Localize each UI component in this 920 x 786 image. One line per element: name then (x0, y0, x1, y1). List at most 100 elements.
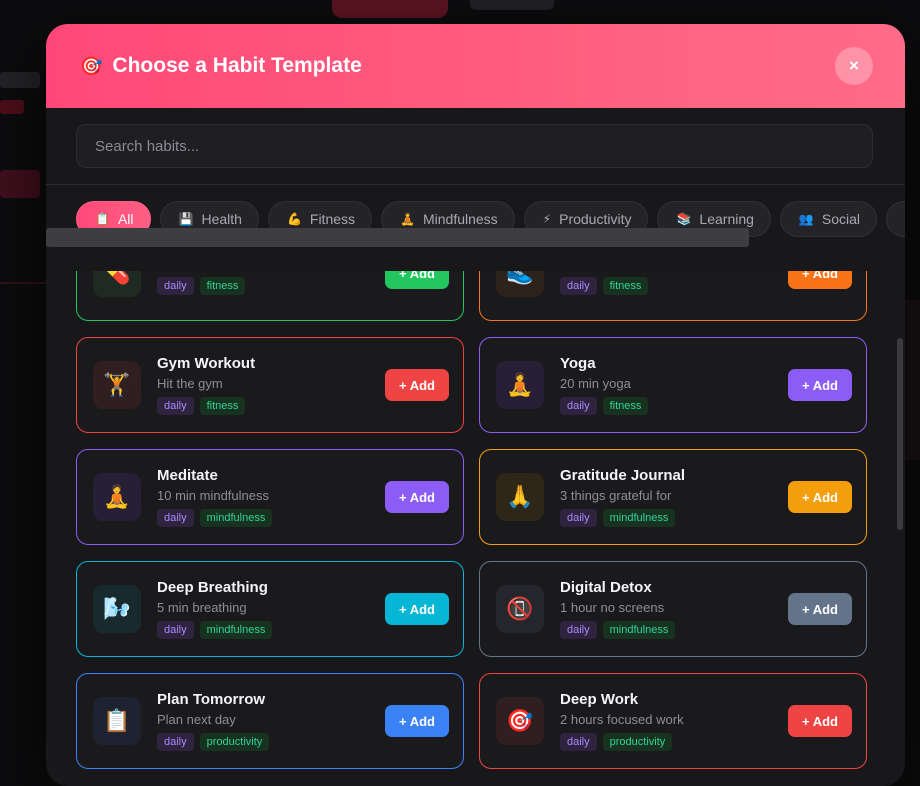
habit-title: Plan Tomorrow (157, 691, 266, 708)
habit-tags: daily fitness (560, 397, 788, 415)
add-habit-button[interactable]: + Add (788, 593, 852, 625)
habit-card: 💊Daily supplementsdailyfitness+ Add (76, 271, 464, 321)
weightlifter-icon: 🏋️ (93, 361, 141, 409)
category-tag: productivity (199, 733, 270, 751)
people-icon: 👥 (798, 212, 814, 226)
background-heading (0, 170, 40, 198)
target-icon: 🎯 (80, 55, 103, 76)
frequency-tag: daily (157, 509, 194, 527)
habit-card: 🧘 Yoga 20 min yoga daily fitness + Add (479, 337, 867, 433)
category-chip-finance[interactable]: 💰Fina (886, 201, 905, 237)
category-tag: fitness (602, 397, 649, 415)
habit-card: 🏋️ Gym Workout Hit the gym daily fitness + Ad… (76, 337, 464, 433)
habit-tags: daily mindfulness (157, 509, 385, 527)
habit-card-body: Plan Tomorrow Plan next day daily productiv… (157, 691, 385, 751)
habit-description: Plan next day (157, 712, 236, 727)
category-tag: productivity (602, 733, 673, 751)
background-text (0, 100, 24, 114)
category-tag: mindfulness (602, 621, 676, 639)
habit-title: Deep Breathing (157, 579, 268, 596)
habit-template-modal: 🎯 Choose a Habit Template × 📋 All 💾 Health 💪… (46, 24, 905, 786)
category-chip-label: Mindfulness (422, 211, 498, 227)
habit-tags: daily mindfulness (157, 621, 385, 639)
category-chip-label: Productivity (559, 211, 632, 227)
clipboard-icon: 📋 (93, 697, 141, 745)
habit-card: 📋 Plan Tomorrow Plan next day daily producti… (76, 673, 464, 769)
category-chip-label: All (117, 211, 134, 227)
search-input[interactable] (76, 124, 873, 168)
yoga-icon: 🧘 (496, 361, 544, 409)
modal-header: 🎯 Choose a Habit Template × (46, 24, 905, 108)
books-icon: 📚 (676, 212, 692, 226)
vertical-scrollbar[interactable] (897, 338, 903, 530)
frequency-tag: daily (157, 276, 194, 295)
add-habit-button[interactable]: + Add (385, 705, 449, 737)
add-habit-button[interactable]: + Add (788, 369, 852, 401)
category-tag: mindfulness (602, 509, 676, 527)
add-habit-button[interactable]: + Add (385, 369, 449, 401)
add-habit-button[interactable]: + Add (788, 705, 852, 737)
flexed-arm-icon: 💪 (286, 212, 302, 226)
modal-title: 🎯 Choose a Habit Template (80, 54, 362, 78)
habit-title: Gym Workout (157, 355, 256, 372)
habit-card-body: Meditate 10 min mindfulness daily mindfulne… (157, 467, 385, 527)
meditation-icon: 🧘 (400, 212, 415, 226)
habit-card: 🎯 Deep Work 2 hours focused work daily produ… (479, 673, 867, 769)
habit-card: 👟Daily step goaldailyfitness+ Add (479, 271, 867, 321)
habit-tags: daily productivity (560, 733, 788, 751)
add-habit-button[interactable]: + Add (788, 481, 852, 513)
habit-card-body: Daily supplementsdailyfitness (157, 271, 385, 295)
category-tag: fitness (199, 276, 246, 295)
habit-card-body: Yoga 20 min yoga daily fitness (560, 355, 788, 415)
habit-description: 1 hour no screens (560, 600, 665, 615)
health-icon: 💾 (178, 212, 194, 226)
frequency-tag: daily (157, 621, 194, 639)
clipboard-icon: 📋 (95, 212, 110, 226)
habit-title: Meditate (157, 467, 218, 484)
no-phone-icon: 📵 (496, 585, 544, 633)
praying-hands-icon: 🙏 (496, 473, 544, 521)
habit-tags: daily mindfulness (560, 621, 788, 639)
habit-card-body: Digital Detox 1 hour no screens daily mindf… (560, 579, 788, 639)
wind-icon: 🌬️ (93, 585, 141, 633)
category-chip-label: Health (201, 211, 242, 227)
add-habit-button[interactable]: + Add (788, 271, 852, 289)
habit-description: 10 min mindfulness (157, 488, 269, 503)
habit-description: Hit the gym (157, 376, 223, 391)
shoe-icon: 👟 (496, 271, 544, 297)
horizontal-scrollbar[interactable] (46, 228, 749, 247)
search-bar (46, 108, 905, 185)
category-tag: fitness (199, 397, 246, 415)
add-habit-button[interactable]: + Add (385, 481, 449, 513)
background-panel (904, 300, 920, 460)
habit-tags: daily fitness (560, 276, 788, 295)
habit-title: Digital Detox (560, 579, 652, 596)
habit-tags: daily fitness (157, 276, 385, 295)
add-habit-button[interactable]: + Add (385, 593, 449, 625)
category-chip-label: Social (821, 211, 861, 227)
habit-description: 3 things grateful for (560, 488, 672, 503)
frequency-tag: daily (157, 397, 194, 415)
add-habit-button[interactable]: + Add (385, 271, 449, 289)
habit-description: 20 min yoga (560, 376, 631, 391)
category-chip-label: Learning (699, 211, 754, 227)
pill-icon: 💊 (93, 271, 141, 297)
habit-card-body: Deep Work 2 hours focused work daily produc… (560, 691, 788, 751)
category-chip-social[interactable]: 👥 Social (779, 201, 878, 237)
habit-card: 📵 Digital Detox 1 hour no screens daily mind… (479, 561, 867, 657)
frequency-tag: daily (560, 276, 597, 295)
habit-description: 5 min breathing (157, 600, 247, 615)
habit-tags: daily fitness (157, 397, 385, 415)
target-icon: 🎯 (496, 697, 544, 745)
frequency-tag: daily (560, 397, 597, 415)
lightning-icon: ⚡ (542, 212, 552, 226)
habit-card: 🙏 Gratitude Journal 3 things grateful for d… (479, 449, 867, 545)
habit-card: 🌬️ Deep Breathing 5 min breathing daily mind… (76, 561, 464, 657)
category-tag: fitness (602, 276, 649, 295)
frequency-tag: daily (560, 509, 597, 527)
habit-title: Gratitude Journal (560, 467, 686, 484)
background-button (332, 0, 448, 18)
habit-tags: daily mindfulness (560, 509, 788, 527)
habit-tags: daily productivity (157, 733, 385, 751)
close-button[interactable]: × (835, 47, 873, 85)
